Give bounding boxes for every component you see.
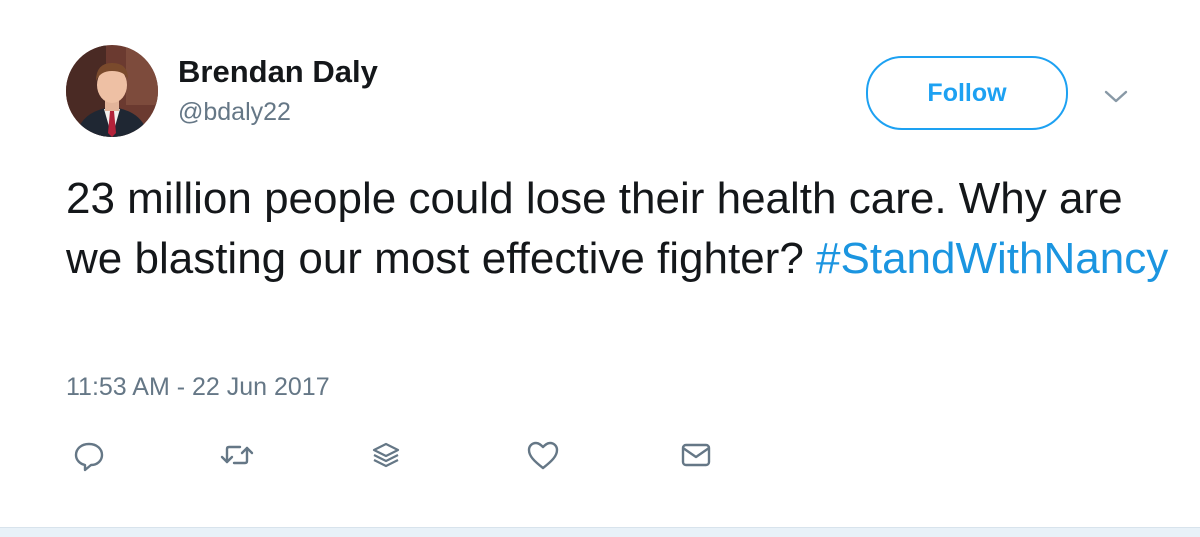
stack-icon — [372, 442, 400, 468]
author-avatar[interactable] — [66, 45, 158, 137]
author-display-name[interactable]: Brendan Daly — [178, 54, 378, 90]
tweet-card: Brendan Daly @bdaly22 Follow 23 million … — [0, 0, 1200, 528]
chevron-down-icon — [1104, 90, 1128, 103]
avatar-photo — [66, 45, 158, 137]
stack-button[interactable] — [367, 436, 405, 474]
retweet-button[interactable] — [218, 436, 256, 474]
direct-message-button[interactable] — [677, 436, 715, 474]
reply-button[interactable] — [70, 436, 108, 474]
hashtag-link[interactable]: #StandWithNancy — [816, 234, 1168, 283]
reply-icon — [74, 442, 104, 472]
like-icon — [527, 441, 559, 470]
tweet-text: 23 million people could lose their healt… — [66, 169, 1176, 289]
retweet-icon — [220, 445, 254, 465]
direct-message-icon — [681, 443, 711, 467]
more-options-caret[interactable] — [1102, 82, 1130, 110]
tweet-timestamp[interactable]: 11:53 AM - 22 Jun 2017 — [66, 373, 330, 402]
author-handle[interactable]: @bdaly22 — [178, 98, 291, 127]
follow-button[interactable]: Follow — [866, 56, 1068, 130]
like-button[interactable] — [524, 436, 562, 474]
